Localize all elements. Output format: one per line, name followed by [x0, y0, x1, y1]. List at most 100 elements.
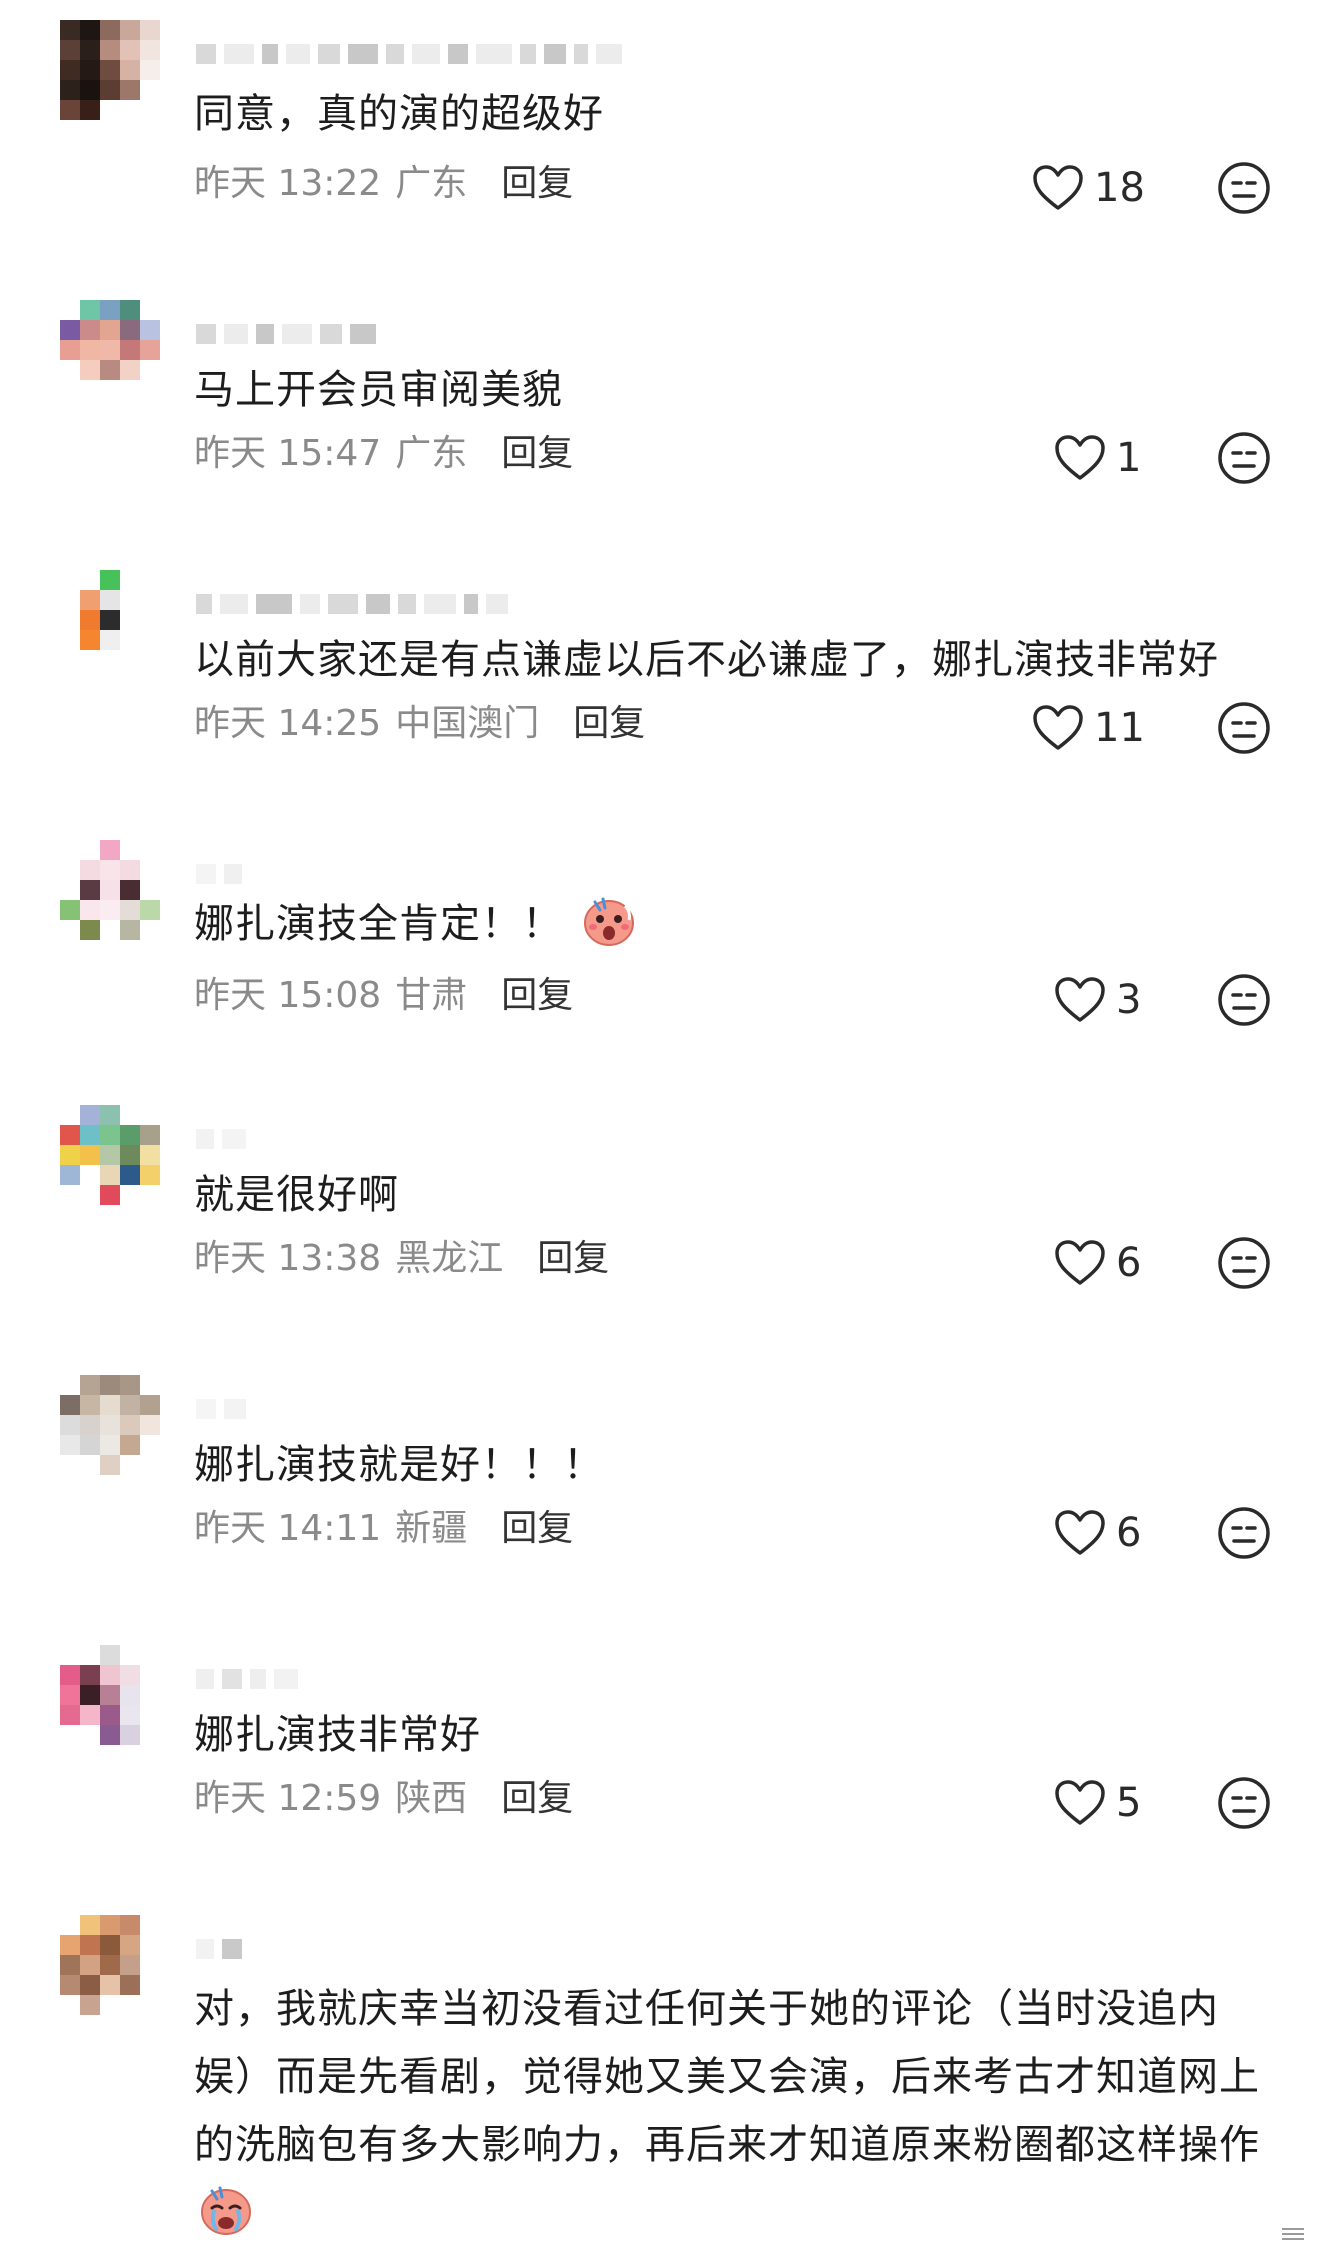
heart-icon	[1055, 977, 1105, 1022]
avatar-pixel	[60, 840, 80, 860]
reply-button[interactable]: 回复	[501, 433, 573, 474]
avatar-pixel	[80, 1685, 100, 1705]
avatar-pixel	[60, 610, 80, 630]
avatar-pixel	[80, 880, 100, 900]
avatar-pixel	[80, 860, 100, 880]
avatar-pixel	[140, 1125, 160, 1145]
avatar-pixel	[80, 1435, 100, 1455]
reply-button[interactable]: 回复	[501, 1508, 573, 1549]
like-button[interactable]: 1	[1054, 430, 1204, 486]
avatar-pixel	[80, 1415, 100, 1435]
like-button[interactable]: 5	[1054, 1775, 1204, 1831]
avatar-pixel	[120, 1685, 140, 1705]
avatar[interactable]	[60, 1375, 160, 1475]
reply-button[interactable]: 回复	[537, 1238, 609, 1279]
avatar-pixel	[100, 1435, 120, 1455]
comment-time: 昨天 13:22	[194, 163, 382, 204]
dislike-face-icon[interactable]	[1216, 972, 1272, 1028]
heart-icon	[1055, 1240, 1105, 1285]
avatar-pixel	[100, 20, 120, 40]
avatar-pixel	[100, 340, 120, 360]
reply-button[interactable]: 回复	[501, 163, 573, 204]
avatar-pixel	[120, 1915, 140, 1935]
avatar[interactable]	[60, 840, 160, 940]
avatar-pixel	[120, 900, 140, 920]
avatar-pixel	[100, 1955, 120, 1975]
like-button[interactable]: 11	[1032, 700, 1182, 756]
avatar-pixel	[140, 1645, 160, 1665]
like-count: 11	[1094, 705, 1145, 751]
like-button[interactable]: 6	[1054, 1235, 1204, 1291]
avatar-pixel	[140, 900, 160, 920]
avatar[interactable]	[60, 300, 160, 400]
reply-button[interactable]: 回复	[501, 1778, 573, 1819]
avatar-pixel	[60, 1645, 80, 1665]
avatar-pixel	[60, 1955, 80, 1975]
avatar-pixel	[100, 1415, 120, 1435]
like-button[interactable]: 6	[1054, 1505, 1204, 1561]
avatar-pixel	[60, 630, 80, 650]
avatar-pixel	[120, 1645, 140, 1665]
reply-button[interactable]: 回复	[501, 975, 573, 1016]
avatar-pixel	[80, 1955, 100, 1975]
avatar-pixel	[140, 1995, 160, 2015]
username-blurred[interactable]	[196, 584, 508, 624]
avatar-pixel	[120, 1725, 140, 1745]
dislike-face-icon[interactable]	[1216, 1775, 1272, 1831]
username-blurred[interactable]	[196, 1659, 298, 1699]
avatar[interactable]	[60, 1915, 160, 2015]
avatar-pixel	[120, 590, 140, 610]
dislike-face-icon[interactable]	[1216, 1235, 1272, 1291]
avatar-pixel	[140, 880, 160, 900]
avatar-pixel	[80, 570, 100, 590]
username-blurred[interactable]	[196, 314, 376, 354]
avatar-pixel	[80, 1705, 100, 1725]
avatar-pixel	[100, 1685, 120, 1705]
avatar-pixel	[140, 1705, 160, 1725]
avatar-pixel	[60, 360, 80, 380]
dislike-face-icon[interactable]	[1216, 160, 1272, 216]
username-blurred[interactable]	[196, 1119, 246, 1159]
avatar-pixel	[60, 300, 80, 320]
avatar[interactable]	[60, 1105, 160, 1205]
avatar-pixel	[140, 630, 160, 650]
avatar-pixel	[140, 1455, 160, 1475]
reply-button[interactable]: 回复	[573, 703, 645, 744]
watermark-icon	[1276, 2223, 1310, 2245]
dislike-face-icon[interactable]	[1216, 430, 1272, 486]
like-button[interactable]: 18	[1032, 160, 1182, 216]
avatar[interactable]	[60, 570, 160, 670]
like-count: 1	[1116, 435, 1142, 481]
avatar-pixel	[60, 1705, 80, 1725]
comment-location: 广东	[395, 433, 468, 474]
avatar[interactable]	[60, 1645, 160, 1745]
comment-text-content: 娜扎演技全肯定！！	[194, 901, 563, 947]
avatar-pixel	[140, 1975, 160, 1995]
username-blurred[interactable]	[196, 854, 242, 894]
avatar-pixel	[140, 1415, 160, 1435]
like-button[interactable]: 3	[1054, 972, 1204, 1028]
avatar-pixel	[80, 40, 100, 60]
avatar-pixel	[120, 60, 140, 80]
heart-icon	[1033, 705, 1083, 750]
avatar-pixel	[100, 1185, 120, 1205]
avatar-pixel	[100, 1395, 120, 1415]
avatar-pixel	[60, 320, 80, 340]
avatar-pixel	[80, 1995, 100, 2015]
dislike-face-icon[interactable]	[1216, 1505, 1272, 1561]
avatar-pixel	[120, 1395, 140, 1415]
username-blurred[interactable]	[196, 34, 622, 74]
username-blurred[interactable]	[196, 1929, 242, 1969]
avatar-pixel	[60, 40, 80, 60]
avatar[interactable]	[60, 20, 160, 120]
avatar-pixel	[80, 320, 100, 340]
username-blurred[interactable]	[196, 1389, 246, 1429]
dislike-face-icon[interactable]	[1216, 700, 1272, 756]
avatar-pixel	[120, 300, 140, 320]
avatar-pixel	[60, 80, 80, 100]
avatar-pixel	[80, 650, 100, 670]
avatar-pixel	[80, 1665, 100, 1685]
avatar-pixel	[60, 1685, 80, 1705]
avatar-pixel	[80, 1185, 100, 1205]
avatar-pixel	[100, 300, 120, 320]
